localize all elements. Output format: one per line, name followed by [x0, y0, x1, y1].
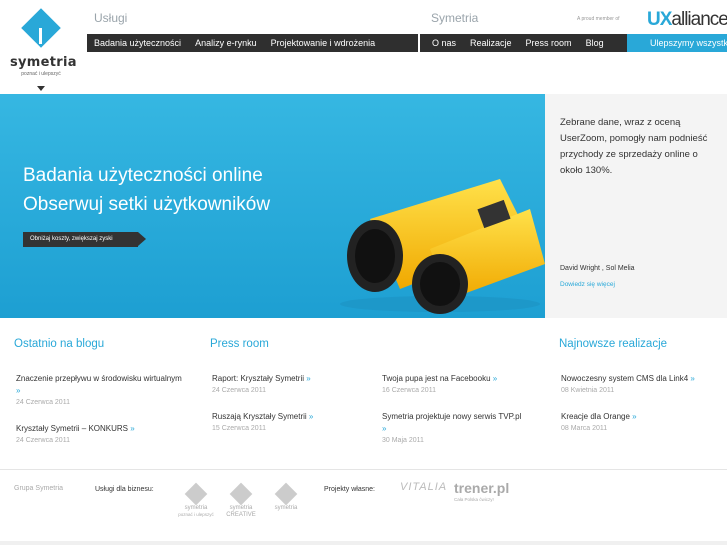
nav-item-badania[interactable]: Badania użyteczności	[87, 38, 188, 48]
item-date: 08 Marca 2011	[561, 425, 608, 432]
blog-section-title[interactable]: Ostatnio na blogu	[14, 338, 104, 350]
realization-item[interactable]: Nowoczesny system CMS dla Link4 » 08 Kwi…	[561, 373, 727, 396]
arrow-icon: »	[492, 374, 498, 383]
press-item[interactable]: Twoja pupa jest na Facebooku » 16 Czerwc…	[382, 373, 532, 396]
symetria-diamond-icon	[184, 482, 208, 506]
footer-logo-symetria-creative[interactable]: symetria CREATIVE	[221, 482, 261, 519]
testimonial-quote: Zebrane dane, wraz z oceną UserZoom, pom…	[560, 117, 708, 176]
logo-name: symetria	[10, 55, 77, 70]
hero-cta-button[interactable]: Obniżaj koszty, zwiększaj zyski	[23, 232, 146, 247]
footer-logo-symetria-3[interactable]: symetria	[266, 482, 306, 512]
footer-divider	[0, 469, 727, 470]
bottom-bar	[0, 541, 727, 545]
arrow-icon: »	[690, 374, 695, 383]
testimonial-panel: Zebrane dane, wraz z oceną UserZoom, pom…	[545, 94, 727, 318]
nav-item-blog[interactable]: Blog	[579, 38, 611, 48]
footer-own-label: Projekty własne:	[324, 486, 375, 493]
item-date: 30 Maja 2011	[382, 437, 424, 444]
nav-services: Badania użyteczności Analizy e-rynku Pro…	[87, 34, 418, 52]
press-item[interactable]: Symetria projektuje nowy serwis TVP.pl »…	[382, 411, 522, 446]
realization-item[interactable]: Kreacje dla Orange » 08 Marca 2011	[561, 411, 727, 434]
realizations-section-title[interactable]: Najnowsze realizacje	[559, 338, 667, 350]
hero-banner: Badania użyteczności online Obserwuj set…	[0, 94, 545, 318]
item-date: 08 Kwietnia 2011	[561, 387, 615, 394]
press-section-title[interactable]: Press room	[210, 338, 269, 350]
learn-more-link[interactable]: Dowiedz się więcej	[560, 281, 615, 288]
section-title-symetria: Symetria	[431, 11, 479, 25]
nav-item-ulepszymy[interactable]: Ulepszymy wszystko	[627, 34, 727, 52]
footer-logo-symetria[interactable]: symetria poznać i ulepszyć	[176, 482, 216, 518]
blog-item[interactable]: Znaczenie przepływu w środowisku wirtual…	[16, 373, 186, 408]
item-date: 24 Czerwca 2011	[212, 387, 266, 394]
item-date: 16 Czerwca 2011	[382, 387, 436, 394]
nav-company: O nas Realizacje Press room Blog	[420, 34, 627, 52]
ux-alliance-logo[interactable]: UXalliance	[647, 9, 727, 31]
nav-item-realizacje[interactable]: Realizacje	[463, 38, 519, 48]
arrow-icon: »	[382, 424, 387, 433]
page: symetria poznać i ulepszyć Usługi Symetr…	[0, 0, 727, 545]
blog-item[interactable]: Kryształy Symetrii – KONKURS » 24 Czerwc…	[16, 423, 186, 446]
symetria-logo[interactable]: symetria poznać i ulepszyć	[10, 8, 77, 77]
press-item[interactable]: Raport: Kryształy Symetrii » 24 Czerwca …	[212, 373, 372, 396]
trener-tagline: Cała Polska ćwiczy!	[454, 497, 494, 502]
hero-title-line2: Obserwuj setki użytkowników	[23, 194, 271, 215]
arrow-icon: »	[308, 412, 314, 421]
testimonial-author: David Wright , Sol Melia	[560, 265, 635, 272]
arrow-icon: »	[306, 374, 311, 383]
section-title-uslugi: Usługi	[94, 11, 128, 25]
arrow-icon: »	[632, 412, 637, 421]
vitalia-logo[interactable]: VITALIA	[400, 481, 447, 493]
item-date: 24 Czerwca 2011	[16, 437, 70, 444]
footer-group-label: Grupa Symetria	[14, 485, 64, 492]
symetria-diamond-icon	[274, 482, 298, 506]
item-date: 15 Czerwca 2011	[212, 425, 266, 432]
nav-item-analizy[interactable]: Analizy e-rynku	[188, 38, 264, 48]
press-item[interactable]: Ruszają Kryształy Symetrii » 15 Czerwca …	[212, 411, 372, 434]
trener-logo[interactable]: trener.pl	[454, 480, 509, 496]
proud-member-text: A proud member of	[577, 16, 620, 22]
nav-item-projektowanie[interactable]: Projektowanie i wdrożenia	[264, 38, 383, 48]
logo-tagline: poznać i ulepszyć	[21, 71, 61, 77]
hero-title-line1: Badania użyteczności online	[23, 165, 263, 186]
binoculars-image	[340, 179, 545, 314]
arrow-icon: »	[130, 424, 135, 433]
arrow-icon: »	[16, 386, 21, 395]
item-date: 24 Czerwca 2011	[16, 399, 70, 406]
footer-business-label: Usługi dla biznesu:	[95, 486, 154, 493]
symetria-diamond-icon	[229, 482, 253, 506]
nav-item-o-nas[interactable]: O nas	[420, 38, 463, 48]
logo-dropdown-arrow-icon[interactable]	[37, 86, 45, 91]
nav-item-press-room[interactable]: Press room	[519, 38, 579, 48]
